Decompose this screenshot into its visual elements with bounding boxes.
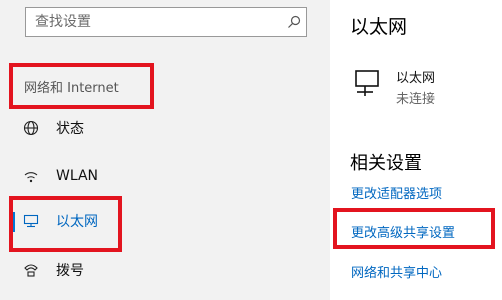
related-settings-title: 相关设置	[350, 153, 422, 174]
network-sharing-center-link[interactable]: 网络和共享中心	[351, 262, 442, 281]
sidebar-item-wlan[interactable]: WLAN	[0, 161, 330, 191]
sidebar-item-label: WLAN	[56, 168, 99, 184]
sidebar-item-label: 拨号	[56, 263, 84, 279]
search-input[interactable]	[26, 8, 282, 36]
highlight-box-advanced-sharing	[333, 208, 495, 249]
page-title: 以太网	[350, 16, 408, 38]
sidebar-item-dialup[interactable]: 拨号	[0, 255, 330, 285]
change-adapter-options-link[interactable]: 更改适配器选项	[351, 183, 442, 202]
highlight-box-section	[9, 63, 154, 109]
ethernet-monitor-icon[interactable]	[353, 68, 383, 98]
connection-name[interactable]: 以太网	[396, 67, 435, 86]
search-icon[interactable]	[282, 8, 306, 36]
globe-icon	[22, 119, 40, 137]
highlight-box-ethernet	[9, 196, 122, 252]
sidebar-item-label: 状态	[56, 121, 84, 137]
sidebar-item-status[interactable]: 状态	[0, 113, 330, 143]
search-box[interactable]	[25, 7, 307, 37]
connection-status: 未连接	[396, 92, 436, 107]
wifi-icon	[22, 167, 40, 185]
dialup-icon	[22, 261, 40, 279]
sidebar: 网络和 Internet 状态 WLAN	[0, 0, 330, 300]
